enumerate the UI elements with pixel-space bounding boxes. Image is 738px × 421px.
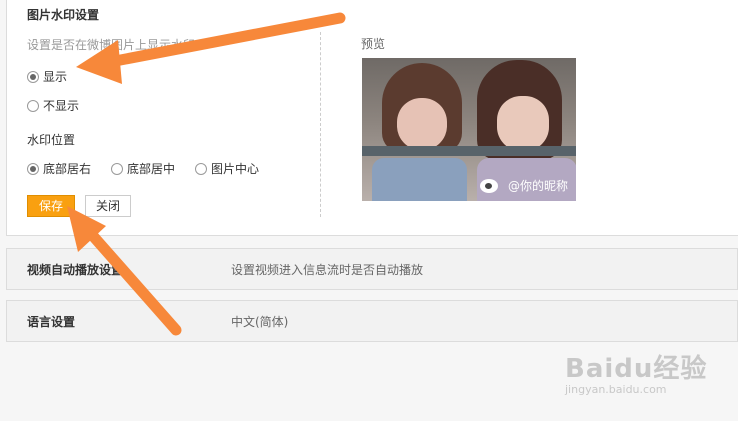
- weibo-icon: [480, 175, 504, 195]
- language-value: 中文(简体): [231, 314, 289, 329]
- position-label: 水印位置: [27, 133, 76, 147]
- radio-image-center[interactable]: 图片中心: [195, 160, 259, 177]
- radio-bottom-center[interactable]: 底部居中: [111, 160, 175, 177]
- radio-show[interactable]: 显示: [27, 68, 67, 85]
- radio-bottom-center-label: 底部居中: [127, 162, 176, 176]
- preview-watermark: @你的昵称: [480, 175, 568, 195]
- preview-image: @你的昵称: [362, 58, 576, 201]
- radio-hide-label: 不显示: [43, 99, 80, 113]
- photo-person-left-face: [397, 98, 447, 150]
- baidu-logo-text: Baidu经验: [565, 354, 708, 384]
- radio-checked-icon[interactable]: [27, 162, 39, 175]
- radio-unchecked-icon[interactable]: [195, 162, 207, 175]
- radio-bottom-right[interactable]: 底部居右: [27, 160, 91, 177]
- radio-show-label: 显示: [43, 70, 68, 84]
- baidu-jingyan-watermark: Baidu经验 jingyan.baidu.com: [565, 348, 707, 396]
- radio-unchecked-icon[interactable]: [111, 162, 123, 175]
- radio-hide[interactable]: 不显示: [27, 97, 79, 114]
- video-autoplay-row[interactable]: 视频自动播放设置 设置视频进入信息流时是否自动播放: [6, 248, 738, 290]
- video-autoplay-value: 设置视频进入信息流时是否自动播放: [231, 262, 424, 277]
- save-button[interactable]: 保存: [27, 195, 75, 217]
- radio-bottom-right-label: 底部居右: [43, 162, 92, 176]
- preview-label: 预览: [361, 37, 386, 51]
- photo-rail: [362, 146, 576, 156]
- video-autoplay-title: 视频自动播放设置: [27, 262, 124, 277]
- section-description: 设置是否在微博图片上显示水印: [27, 38, 196, 52]
- language-row[interactable]: 语言设置 中文(简体): [6, 300, 738, 342]
- photo-person-right-face: [497, 96, 549, 151]
- watermark-settings-panel: 图片水印设置 设置是否在微博图片上显示水印 显示 不显示 水印位置 底部居右 底…: [6, 0, 738, 236]
- radio-unchecked-icon[interactable]: [27, 99, 39, 112]
- section-title: 图片水印设置: [27, 8, 100, 22]
- language-title: 语言设置: [27, 314, 76, 329]
- radio-checked-icon[interactable]: [27, 70, 39, 83]
- preview-watermark-text: @你的昵称: [508, 178, 569, 193]
- radio-image-center-label: 图片中心: [211, 162, 260, 176]
- close-button[interactable]: 关闭: [85, 195, 131, 217]
- photo-person-left-body: [372, 158, 467, 201]
- divider: [320, 32, 321, 217]
